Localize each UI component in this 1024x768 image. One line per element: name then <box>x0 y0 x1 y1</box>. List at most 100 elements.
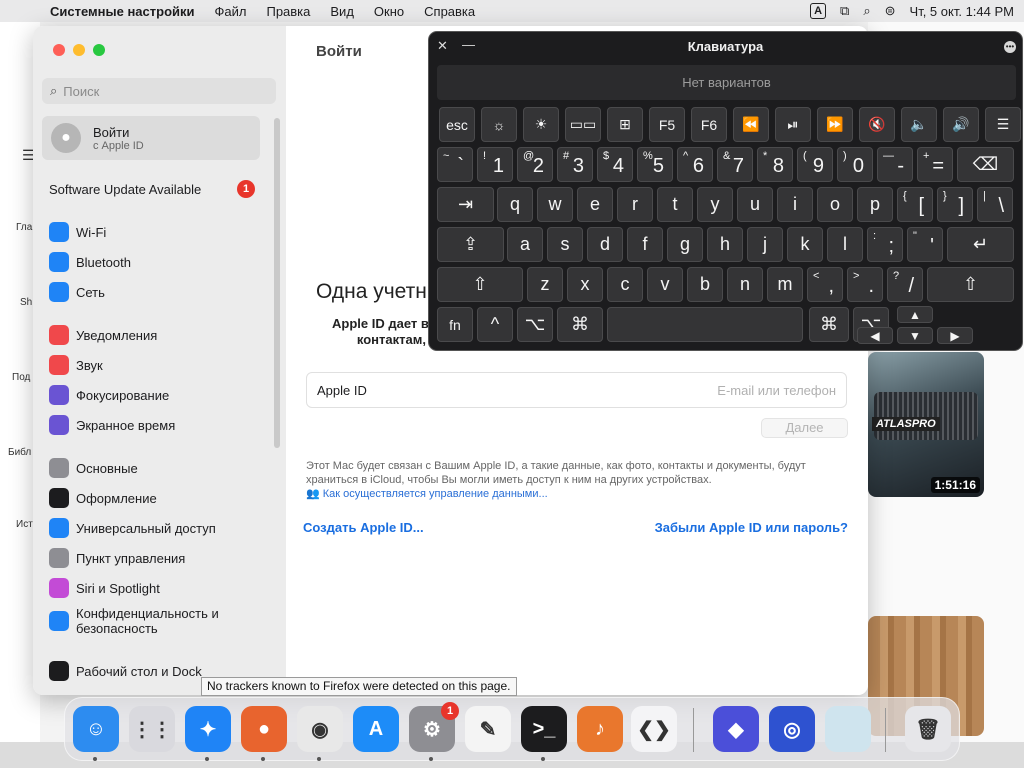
letter-key[interactable]: b <box>687 267 723 302</box>
dock-app-app-crystal[interactable]: ◆ <box>713 706 759 752</box>
letter-key[interactable]: i <box>777 187 813 222</box>
left-shift-key[interactable]: ⇧ <box>437 267 523 302</box>
number-key[interactable]: ) 0 <box>837 147 873 182</box>
number-key[interactable]: ^ 6 <box>677 147 713 182</box>
function-key[interactable]: ☼ <box>481 107 517 142</box>
function-key[interactable]: ⏯ <box>775 107 811 142</box>
zoom-window-button[interactable] <box>93 44 105 56</box>
sidebar-item[interactable]: Универсальный доступ <box>49 518 216 538</box>
backspace-key[interactable]: ⌫ <box>957 147 1014 182</box>
symbol-key[interactable]: <, <box>807 267 843 302</box>
letter-key[interactable]: e <box>577 187 613 222</box>
function-key[interactable]: ⏪ <box>733 107 769 142</box>
caps-lock-key[interactable]: ⇪ <box>437 227 504 262</box>
menubar-clock[interactable]: Чт, 5 окт. 1:44 PM <box>910 4 1014 19</box>
dock-app-app-blank[interactable] <box>825 706 871 752</box>
letter-key[interactable]: s <box>547 227 583 262</box>
function-key[interactable]: 🔊 <box>943 107 979 142</box>
apple-id-input[interactable] <box>636 382 836 398</box>
symbol-key[interactable]: " ' <box>907 227 943 262</box>
right-shift-key[interactable]: ⇧ <box>927 267 1014 302</box>
symbol-key[interactable]: | \ <box>977 187 1013 222</box>
sidebar-item[interactable]: Оформление <box>49 488 157 508</box>
close-window-button[interactable] <box>53 44 65 56</box>
function-key[interactable]: 🔈 <box>901 107 937 142</box>
dock-app-vscode[interactable]: ❮❯ <box>631 706 677 752</box>
letter-key[interactable]: h <box>707 227 743 262</box>
dock-app-garageband[interactable]: ♪ <box>577 706 623 752</box>
data-management-link[interactable]: Как осуществляется управление данными... <box>323 488 548 500</box>
sidebar-item[interactable]: Siri и Spotlight <box>49 578 160 598</box>
number-key[interactable]: — - <box>877 147 913 182</box>
control-center-icon[interactable]: ⊜ <box>885 3 896 19</box>
space-key[interactable] <box>607 307 803 342</box>
number-key[interactable]: (9 <box>797 147 833 182</box>
create-apple-id-link[interactable]: Создать Apple ID... <box>303 520 424 535</box>
symbol-key[interactable]: }] <box>937 187 973 222</box>
letter-key[interactable]: v <box>647 267 683 302</box>
search-input[interactable] <box>63 83 254 99</box>
sidebar-item[interactable]: Сеть <box>49 282 105 302</box>
function-key[interactable]: ☰ <box>985 107 1021 142</box>
letter-key[interactable]: a <box>507 227 543 262</box>
sidebar-item[interactable]: Звук <box>49 355 103 375</box>
sidebar-item[interactable]: Рабочий стол и Dock <box>49 661 202 681</box>
software-update-item[interactable]: Software Update Available 1 <box>49 180 255 198</box>
sidebar-item[interactable]: Основные <box>49 458 138 478</box>
sidebar-item[interactable]: Пункт управления <box>49 548 185 568</box>
letter-key[interactable]: z <box>527 267 563 302</box>
sidebar-item[interactable]: Уведомления <box>49 325 157 345</box>
menu-edit[interactable]: Правка <box>256 4 320 19</box>
option-key[interactable]: ⌥ <box>517 307 553 342</box>
function-key[interactable]: 🔇 <box>859 107 895 142</box>
letter-key[interactable]: x <box>567 267 603 302</box>
letter-key[interactable]: n <box>727 267 763 302</box>
screen-mirroring-icon[interactable]: ⧉ <box>840 3 849 19</box>
menu-view[interactable]: Вид <box>320 4 364 19</box>
function-key[interactable]: F6 <box>691 107 727 142</box>
letter-key[interactable]: d <box>587 227 623 262</box>
enter-key[interactable]: ↵ <box>947 227 1014 262</box>
function-key[interactable]: ▭▭ <box>565 107 601 142</box>
function-key[interactable]: ⊞ <box>607 107 643 142</box>
letter-key[interactable]: k <box>787 227 823 262</box>
letter-key[interactable]: u <box>737 187 773 222</box>
dock-app-system-settings[interactable]: ⚙ 1 <box>409 702 459 752</box>
account-sign-in-item[interactable]: ● Войти с Apple ID <box>42 116 260 160</box>
minimize-window-button[interactable] <box>73 44 85 56</box>
arrow-up-key[interactable]: ▲ <box>897 306 933 323</box>
sidebar-scrollbar[interactable] <box>274 118 280 448</box>
apple-id-field[interactable]: Apple ID <box>306 372 847 408</box>
letter-key[interactable]: w <box>537 187 573 222</box>
next-button[interactable]: Далее <box>761 418 848 438</box>
command-key[interactable]: ⌘ <box>557 307 603 342</box>
dock-app-textedit[interactable]: ✎ <box>465 706 511 752</box>
number-key[interactable]: ~ ` <box>437 147 473 182</box>
sidebar-item[interactable]: Экранное время <box>49 415 175 435</box>
sidebar-item[interactable]: Wi-Fi <box>49 222 106 242</box>
function-key[interactable]: ⏩ <box>817 107 853 142</box>
symbol-key[interactable]: :; <box>867 227 903 262</box>
letter-key[interactable]: l <box>827 227 863 262</box>
dock-app-finder[interactable]: ☺ <box>73 706 119 752</box>
letter-key[interactable]: o <box>817 187 853 222</box>
video-thumbnail[interactable]: ATLASPRO 1:51:16 <box>868 352 984 497</box>
function-key[interactable]: ☀ <box>523 107 559 142</box>
app-menu[interactable]: Системные настройки <box>40 4 205 19</box>
number-key[interactable]: % 5 <box>637 147 673 182</box>
control-key[interactable]: ^ <box>477 307 513 342</box>
symbol-key[interactable]: {[ <box>897 187 933 222</box>
arrow-down-key[interactable]: ▼ <box>897 327 933 344</box>
symbol-key[interactable]: >. <box>847 267 883 302</box>
spotlight-search-icon[interactable]: ⌕ <box>863 3 870 19</box>
menu-file[interactable]: Файл <box>205 4 257 19</box>
letter-key[interactable]: c <box>607 267 643 302</box>
input-source-icon[interactable]: A <box>810 3 827 19</box>
letter-key[interactable]: f <box>627 227 663 262</box>
letter-key[interactable]: y <box>697 187 733 222</box>
letter-key[interactable]: j <box>747 227 783 262</box>
number-key[interactable]: $4 <box>597 147 633 182</box>
sidebar-item[interactable]: Фокусирование <box>49 385 169 405</box>
dock-app-launchpad[interactable]: ⋮⋮ <box>129 706 175 752</box>
dock-app-trash[interactable]: 🗑 <box>905 706 951 752</box>
